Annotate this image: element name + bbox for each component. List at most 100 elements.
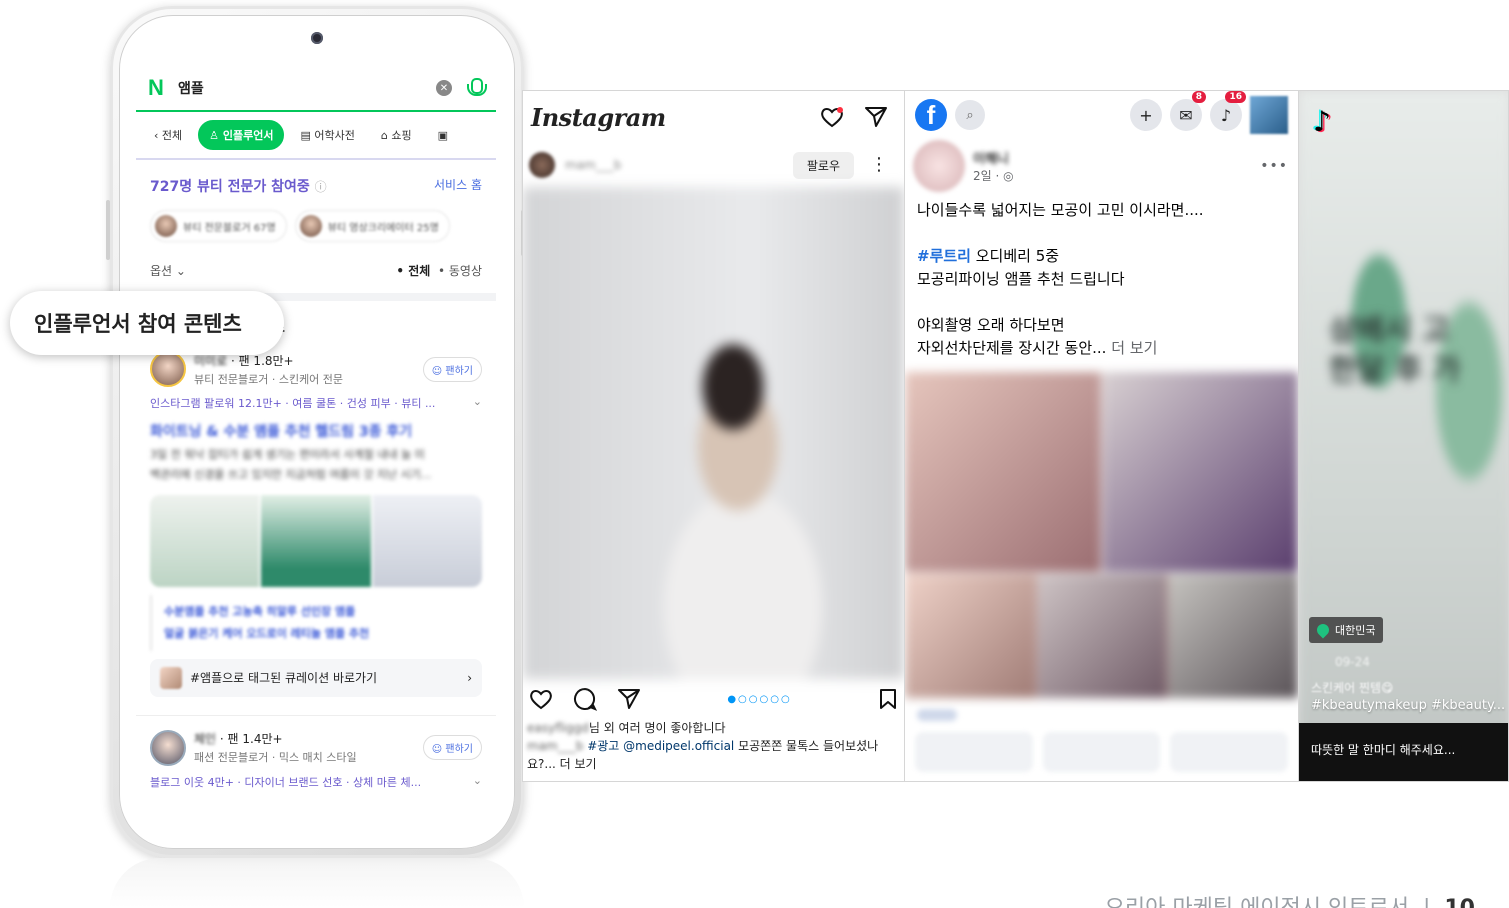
avatar[interactable] <box>150 729 186 766</box>
bag-icon: ⌂ <box>380 129 392 142</box>
tab-influencer[interactable]: ♙ 인플루언서 <box>198 120 285 150</box>
see-more-link[interactable]: 더 보기 <box>1106 339 1157 357</box>
facebook-panel: f ⌕ + ✉ 8 ♪ 16 이해니 2일 · ◎ ••• 나이들수록 넓어지는 모… <box>905 91 1299 781</box>
profile-tags-text: 블로그 이웃 4만+ · 디자이너 브랜드 선호 · 상체 마른 체... <box>150 775 422 789</box>
tab-influencer-label: 인플루언서 <box>222 129 274 142</box>
filter-video[interactable]: • 동영상 <box>438 264 482 278</box>
instagram-actions: ●○○○○○ <box>523 679 904 719</box>
microphone-icon[interactable] <box>466 78 487 98</box>
thumbnail[interactable] <box>372 494 482 587</box>
share-icon[interactable] <box>617 688 641 710</box>
facebook-logo-icon[interactable]: f <box>915 99 947 131</box>
video-overlay-text: 삼배시 고 한달 후 가 <box>1329 313 1461 388</box>
filter-all[interactable]: • 전체 <box>396 264 430 278</box>
tab-dictionary[interactable]: ▤ 어학사전 <box>290 121 364 149</box>
caption-more[interactable]: 요?... 더 보기 <box>523 755 904 773</box>
fan-button[interactable]: ☺ 팬하기 <box>422 356 482 382</box>
username[interactable]: mam___b <box>565 158 783 172</box>
chip-blogger[interactable]: 뷰티 전문블로거 67명 <box>150 210 287 242</box>
post-photo[interactable] <box>1102 372 1298 572</box>
volume-button <box>106 200 110 260</box>
heart-icon[interactable] <box>820 106 844 128</box>
post-line-blank <box>917 291 1286 314</box>
avatar[interactable] <box>913 140 965 192</box>
post-meta: 이해니 2일 · ◎ <box>973 148 1252 184</box>
instagram-post-image[interactable] <box>523 187 904 679</box>
callout-label: 인플루언서 참여 콘텐츠 <box>10 291 284 355</box>
like-button[interactable] <box>915 732 1033 772</box>
more-icon[interactable]: ••• <box>1260 158 1288 174</box>
liker-name: easyfliggd <box>527 721 589 735</box>
video-caption-line: 스킨케어 찐템😋 <box>1311 681 1394 695</box>
search-query[interactable]: 앰플 <box>178 78 436 98</box>
search-icon[interactable]: ⌕ <box>955 100 985 130</box>
post-line: 나이들수록 넓어지는 모공이 고민 이시라면.... <box>917 201 1204 219</box>
tab-all[interactable]: ‹ 전체 <box>144 121 192 149</box>
avatar[interactable] <box>150 351 186 387</box>
create-icon[interactable]: + <box>1130 99 1162 131</box>
share-button[interactable] <box>1170 732 1289 772</box>
instagram-panel: Instagram mam___b 팔로우 ⋮ ●○○○○○ easyfligg… <box>523 91 905 781</box>
comment-input[interactable]: 따뜻한 말 한마디 해주세요... <box>1299 723 1508 781</box>
post-line-text: 자외선차단제를 장시간 동안... <box>917 339 1107 357</box>
profile-tags[interactable]: 블로그 이웃 4만+ · 디자이너 브랜드 선호 · 상체 마른 체... ⌄ <box>136 770 496 794</box>
naver-search-bar[interactable]: N 앰플 ✕ <box>136 66 496 112</box>
post-title[interactable]: 화이트닝 & 수분 앰플 추천 헬드림 3종 후기 <box>136 415 496 445</box>
post-thumbnails[interactable] <box>150 494 482 587</box>
fan-button[interactable]: ☺ 팬하기 <box>422 735 482 761</box>
avatar[interactable] <box>529 152 555 178</box>
related-link[interactable]: 수분앰플 추천 고농축 히알루 선인장 앰플 <box>164 601 470 623</box>
reactions-bar[interactable] <box>905 698 1298 732</box>
location-tag[interactable]: 대한민국 <box>1309 617 1384 643</box>
post-photo[interactable] <box>905 372 1101 572</box>
influencer-profile-2[interactable]: 체인 · 팬 1.4만+ 패션 전문블로거 · 믹스 매치 스타일 ☺ 팬하기 <box>136 726 496 770</box>
poster-name[interactable]: 이해니 <box>973 148 1252 167</box>
chevron-down-icon[interactable]: ⌄ <box>473 395 482 408</box>
curation-label: #앰플으로 태그된 큐레이션 바로가기 <box>190 671 378 686</box>
caption-username[interactable]: mam___b <box>527 739 583 753</box>
comment-icon[interactable] <box>573 687 597 711</box>
profile-picture[interactable] <box>1250 96 1288 134</box>
chip-label: 뷰티 영상크리에이터 25명 <box>327 222 439 234</box>
likes-text[interactable]: easyfliggd님 외 여러 명이 좋아합니다 <box>523 719 904 737</box>
send-icon[interactable] <box>864 106 888 128</box>
video-caption[interactable]: #kbeautymakeup #kbeauty... <box>1311 698 1505 713</box>
post-photo[interactable] <box>1036 574 1167 698</box>
related-link[interactable]: 얼굴 붉은기 케어 오드로이 레티놀 앰플 추천 <box>164 623 470 645</box>
caption-tag[interactable]: #광고 @medipeel.official <box>587 739 734 753</box>
camera-icon <box>311 32 323 44</box>
chip-creator[interactable]: 뷰티 영상크리에이터 25명 <box>294 210 450 242</box>
chevron-down-icon[interactable]: ⌄ <box>473 774 482 787</box>
more-options-icon[interactable]: ⋮ <box>870 156 888 174</box>
tiktok-video[interactable] <box>1299 91 1508 781</box>
tab-image[interactable]: ▣ <box>428 123 458 148</box>
facebook-post-header: 이해니 2일 · ◎ ••• <box>905 139 1298 193</box>
post-photo-grid[interactable] <box>905 372 1298 698</box>
phone-reflection <box>110 858 524 908</box>
thumbnail[interactable] <box>261 494 371 587</box>
clear-icon[interactable]: ✕ <box>436 80 452 96</box>
bell-icon[interactable]: ♪ 16 <box>1210 91 1246 131</box>
curation-link[interactable]: #앰플으로 태그된 큐레이션 바로가기 › <box>150 658 482 697</box>
thumbnail[interactable] <box>150 494 260 587</box>
post-time: 2일 · ◎ <box>973 169 1014 183</box>
like-icon[interactable] <box>529 688 553 710</box>
post-photo[interactable] <box>1168 574 1298 698</box>
messenger-icon[interactable]: ✉ 8 <box>1170 91 1206 131</box>
profile-text: 미미로 · 팬 1.8만+ 뷰티 전문블로거 · 스킨케어 전문 <box>194 352 415 387</box>
follow-button[interactable]: 팔로우 <box>792 151 854 179</box>
instagram-post-header: mam___b 팔로우 ⋮ <box>523 143 904 187</box>
service-home-link[interactable]: 서비스 홈 <box>434 176 482 196</box>
instagram-logo[interactable]: Instagram <box>531 103 666 132</box>
footer-text: 오리아 마케팅 에이전시 인트로서 | 10 <box>1105 890 1475 908</box>
tab-shopping[interactable]: ⌂ 쇼핑 <box>371 121 422 149</box>
naver-tab-bar: ‹ 전체 ♙ 인플루언서 ▤ 어학사전 ⌂ 쇼핑 ▣ <box>136 112 496 160</box>
info-icon[interactable]: ⓘ <box>315 180 327 194</box>
post-photo[interactable] <box>905 574 1035 698</box>
profile-tags[interactable]: 인스타그램 팔로워 12.1만+ · 여름 쿨톤 · 건성 피부 · 뷰티 ..… <box>136 391 496 415</box>
chevron-right-icon: › <box>467 670 472 685</box>
hashtag-link[interactable]: #루트리 <box>917 247 971 265</box>
bookmark-icon[interactable] <box>878 688 898 710</box>
comment-button[interactable] <box>1042 732 1161 772</box>
options-dropdown[interactable]: 옵션 ⌄ <box>150 262 186 279</box>
